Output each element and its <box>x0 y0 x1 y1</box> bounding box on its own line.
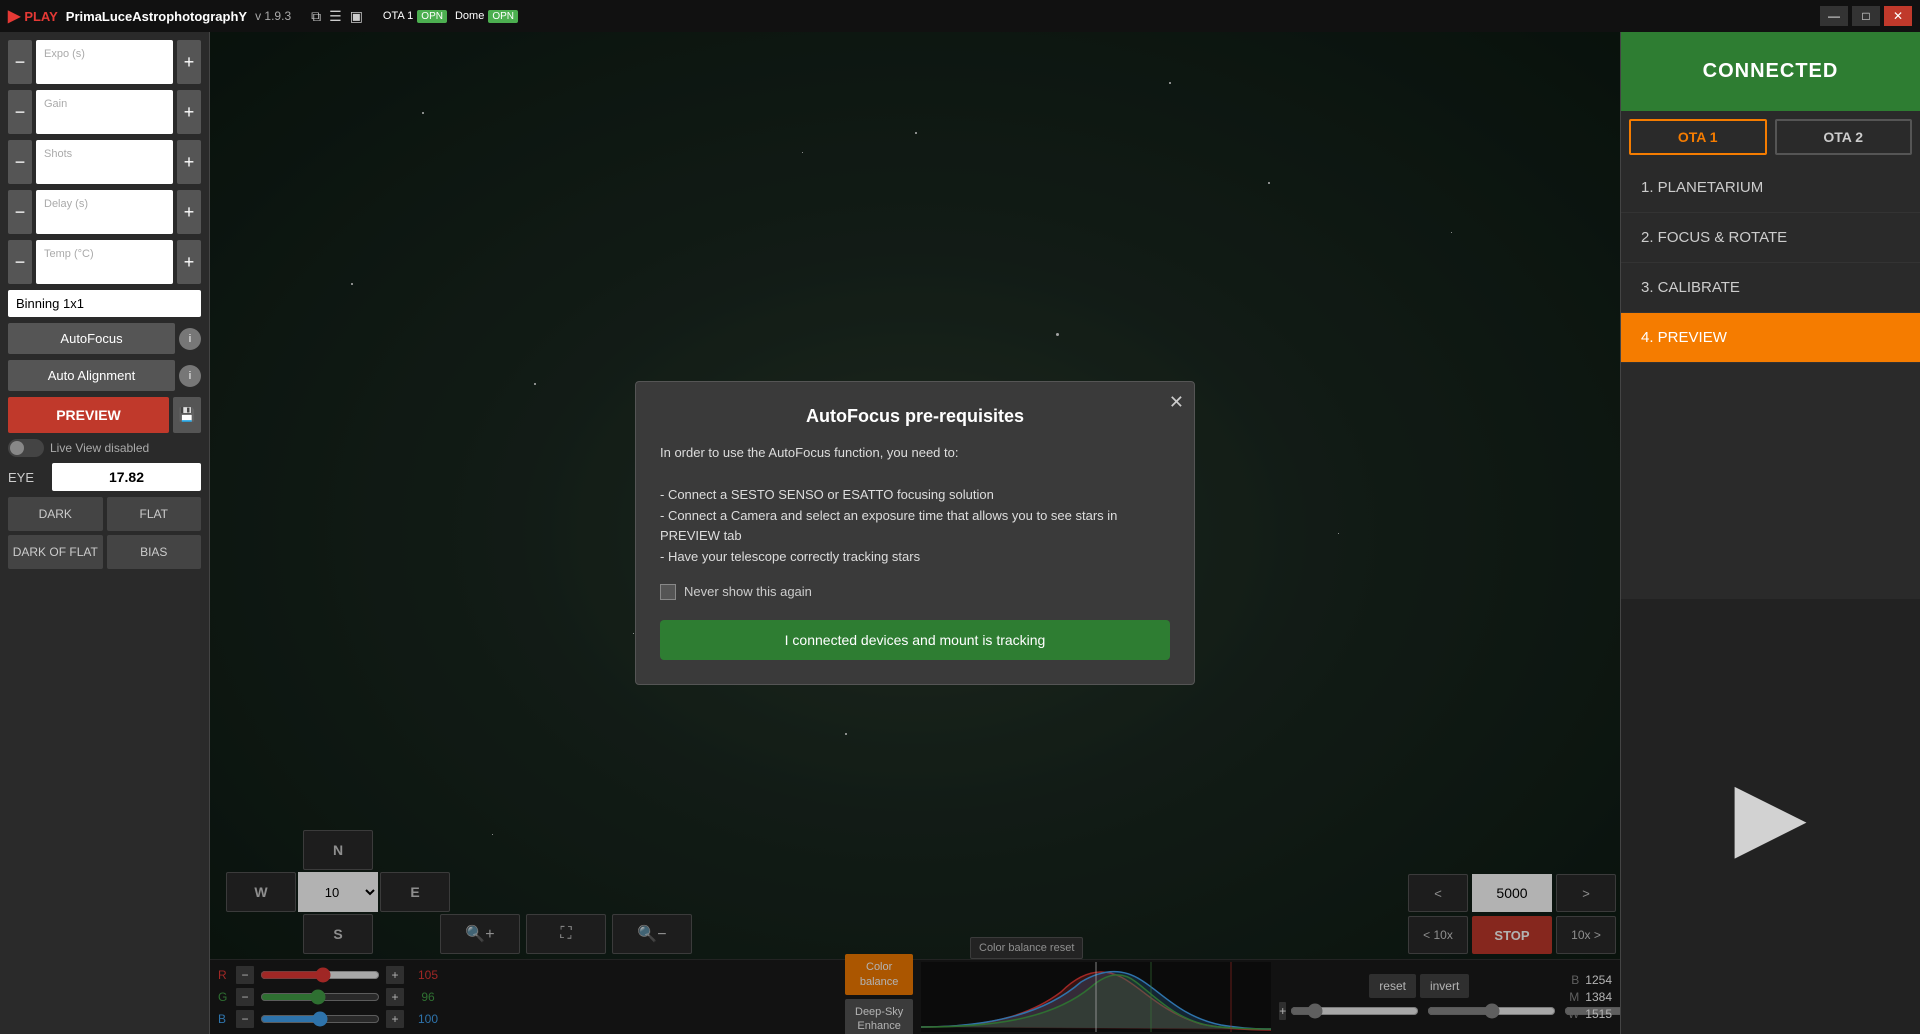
ota2-tab[interactable]: OTA 2 <box>1775 119 1913 155</box>
auto-alignment-row: Auto Alignment i <box>8 360 201 391</box>
nav-item-planetarium[interactable]: 1. PLANETARIUM <box>1621 163 1920 213</box>
dialog-line4: - Have your telescope correctly tracking… <box>660 549 920 564</box>
binning-row: Binning 1x1 Binning 2x2 Binning 3x3 Binn… <box>8 290 201 317</box>
expo-plus-button[interactable]: + <box>177 40 201 84</box>
shots-minus-button[interactable]: − <box>8 140 32 184</box>
dome-opn-badge: OPN <box>488 10 518 23</box>
app-name: PrimaLuceAstrophotographY <box>66 9 247 24</box>
calib-grid: DARK FLAT DARK OF FLAT BIAS <box>8 497 201 569</box>
window-controls: — □ ✕ <box>1820 6 1912 26</box>
gain-label: Gain <box>44 98 165 110</box>
app-logo: ▶ PLAY <box>8 6 58 26</box>
minimize-button[interactable]: — <box>1820 6 1848 26</box>
delay-value: 0 <box>44 210 165 226</box>
toggle-knob <box>10 441 24 455</box>
dialog-title: AutoFocus pre-requisites <box>660 406 1170 427</box>
nav-item-focus-rotate[interactable]: 2. FOCUS & ROTATE <box>1621 213 1920 263</box>
temp-label: Temp (°C) <box>44 248 165 260</box>
shots-label: Shots <box>44 148 165 160</box>
dialog-line1: In order to use the AutoFocus function, … <box>660 445 958 460</box>
connected-banner: CONNECTED <box>1621 32 1920 111</box>
shots-plus-button[interactable]: + <box>177 140 201 184</box>
main-layout: − Expo (s) 5 + − Gain 50 + − Shots 1 + <box>0 32 1920 1034</box>
temp-control: − Temp (°C) 0 + <box>8 240 201 284</box>
nav-item-calibrate[interactable]: 3. CALIBRATE <box>1621 263 1920 313</box>
flat-button[interactable]: FLAT <box>107 497 202 531</box>
expo-box: Expo (s) 5 <box>36 40 173 84</box>
expo-control: − Expo (s) 5 + <box>8 40 201 84</box>
settings-icon[interactable]: ☰ <box>329 8 342 25</box>
shots-value: 1 <box>44 160 165 176</box>
shots-box: Shots 1 <box>36 140 173 184</box>
live-view-label: Live View disabled <box>50 441 149 455</box>
preview-button[interactable]: PREVIEW <box>8 397 169 433</box>
live-view-row: Live View disabled <box>8 439 201 457</box>
delay-control: − Delay (s) 0 + <box>8 190 201 234</box>
title-bar-icons: ⧉ ☰ ▣ <box>311 8 363 25</box>
eye-value: 17.82 <box>52 463 201 491</box>
modal-overlay: ✕ AutoFocus pre-requisites In order to u… <box>210 32 1620 1034</box>
title-bar: ▶ PLAY PrimaLuceAstrophotographY v 1.9.3… <box>0 0 1920 32</box>
dialog-checkbox-row: Never show this again <box>660 584 1170 600</box>
autofocus-button[interactable]: AutoFocus <box>8 323 175 354</box>
right-arrow-area: ► <box>1621 599 1920 1034</box>
temp-minus-button[interactable]: − <box>8 240 32 284</box>
center-area: ✕ AutoFocus pre-requisites In order to u… <box>210 32 1620 1034</box>
dialog-line2: - Connect a SESTO SENSO or ESATTO focusi… <box>660 487 994 502</box>
dialog-body: In order to use the AutoFocus function, … <box>660 443 1170 568</box>
dialog-confirm-button[interactable]: I connected devices and mount is trackin… <box>660 620 1170 660</box>
right-panel: CONNECTED OTA 1 OTA 2 1. PLANETARIUM 2. … <box>1620 32 1920 1034</box>
cursor-icon[interactable]: ⧉ <box>311 8 321 25</box>
expo-label: Expo (s) <box>44 48 165 60</box>
dialog-checkbox-label: Never show this again <box>684 584 812 599</box>
eye-row: EYE 17.82 <box>8 463 201 491</box>
nav-item-preview[interactable]: 4. PREVIEW <box>1621 313 1920 363</box>
shots-control: − Shots 1 + <box>8 140 201 184</box>
gain-minus-button[interactable]: − <box>8 90 32 134</box>
auto-alignment-button[interactable]: Auto Alignment <box>8 360 175 391</box>
binning-select[interactable]: Binning 1x1 Binning 2x2 Binning 3x3 Binn… <box>8 290 201 317</box>
big-arrow-icon[interactable]: ► <box>1711 747 1830 885</box>
delay-plus-button[interactable]: + <box>177 190 201 234</box>
gain-control: − Gain 50 + <box>8 90 201 134</box>
dialog-line3: - Connect a Camera and select an exposur… <box>660 508 1117 544</box>
gain-plus-button[interactable]: + <box>177 90 201 134</box>
maximize-button[interactable]: □ <box>1852 6 1880 26</box>
temp-plus-button[interactable]: + <box>177 240 201 284</box>
ota1-opn-badge: OPN <box>417 10 447 23</box>
close-button[interactable]: ✕ <box>1884 6 1912 26</box>
dialog-close-button[interactable]: ✕ <box>1169 392 1184 413</box>
dome-device: Dome OPN <box>455 10 518 23</box>
expo-minus-button[interactable]: − <box>8 40 32 84</box>
auto-alignment-info-button[interactable]: i <box>179 365 201 387</box>
autofocus-dialog: ✕ AutoFocus pre-requisites In order to u… <box>635 381 1195 685</box>
ota-tabs: OTA 1 OTA 2 <box>1621 111 1920 163</box>
eye-label: EYE <box>8 470 48 485</box>
dark-button[interactable]: DARK <box>8 497 103 531</box>
autofocus-row: AutoFocus i <box>8 323 201 354</box>
preview-row: PREVIEW 💾 <box>8 397 201 433</box>
gain-value: 50 <box>44 110 165 126</box>
temp-value: 0 <box>44 260 165 276</box>
never-show-checkbox[interactable] <box>660 584 676 600</box>
display-icon[interactable]: ▣ <box>350 8 363 25</box>
app-version: v 1.9.3 <box>255 9 291 23</box>
dark-of-flat-button[interactable]: DARK OF FLAT <box>8 535 103 569</box>
expo-value: 5 <box>44 60 165 76</box>
nav-menu: 1. PLANETARIUM 2. FOCUS & ROTATE 3. CALI… <box>1621 163 1920 599</box>
live-view-toggle[interactable] <box>8 439 44 457</box>
temp-box: Temp (°C) 0 <box>36 240 173 284</box>
left-panel: − Expo (s) 5 + − Gain 50 + − Shots 1 + <box>0 32 210 1034</box>
delay-box: Delay (s) 0 <box>36 190 173 234</box>
ota1-device: OTA 1 OPN <box>383 10 447 23</box>
delay-label: Delay (s) <box>44 198 165 210</box>
save-preview-button[interactable]: 💾 <box>173 397 201 433</box>
app-play-label: PLAY <box>24 9 57 24</box>
autofocus-info-button[interactable]: i <box>179 328 201 350</box>
gain-box: Gain 50 <box>36 90 173 134</box>
delay-minus-button[interactable]: − <box>8 190 32 234</box>
bias-button[interactable]: BIAS <box>107 535 202 569</box>
ota1-tab[interactable]: OTA 1 <box>1629 119 1767 155</box>
